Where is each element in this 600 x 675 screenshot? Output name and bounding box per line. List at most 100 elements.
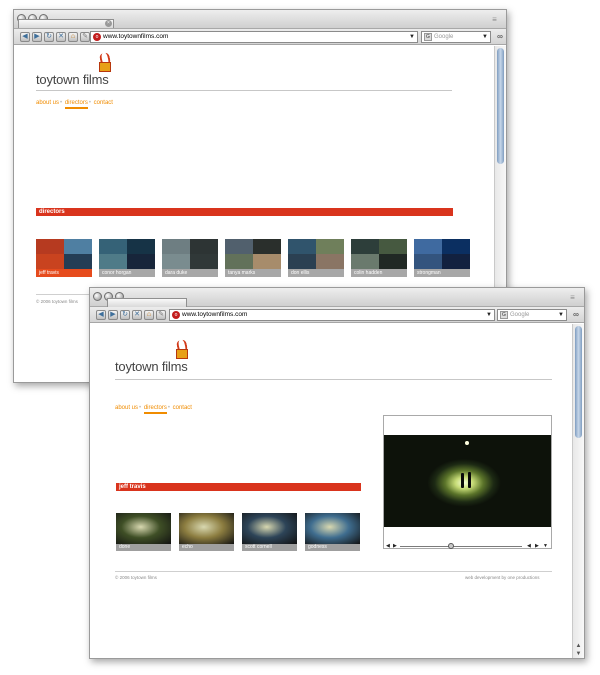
director-thumbnail[interactable]: colin hadden xyxy=(351,239,407,277)
nav-contact[interactable]: contact xyxy=(94,100,113,106)
search-input[interactable]: G Google ▼ xyxy=(497,309,567,321)
tab-overflow-icon[interactable]: ≡ xyxy=(567,293,578,302)
logo-box-icon xyxy=(99,62,111,72)
scroll-thumb[interactable] xyxy=(575,326,582,438)
logo[interactable]: toytown films xyxy=(36,52,156,87)
director-thumbnail-image[interactable] xyxy=(414,239,470,269)
site-nav: about us• directors• contact xyxy=(115,405,193,414)
site-icon: o xyxy=(93,33,101,41)
director-thumbnail[interactable]: conor horgan xyxy=(99,239,155,277)
volume-icon[interactable]: ◀ xyxy=(386,543,390,549)
film-thumbnail-image[interactable] xyxy=(305,513,360,544)
film-thumbnail-image[interactable] xyxy=(116,513,171,544)
director-thumbnail[interactable]: dara duke xyxy=(162,239,218,277)
director-thumbnail-label: jeff travis xyxy=(36,269,92,277)
video-player[interactable]: ◀ ▶ ◀ ▶ ▼ xyxy=(383,415,552,549)
edit-pencil-icon[interactable]: ✎ xyxy=(156,310,166,320)
home-icon[interactable]: ⌂ xyxy=(68,32,78,42)
scroll-up-arrow-icon[interactable]: ▲ xyxy=(575,643,582,649)
film-thumbnail-label: done xyxy=(116,544,171,551)
binoculars-icon[interactable]: ∞ xyxy=(495,32,505,41)
close-window-button[interactable] xyxy=(93,292,102,301)
directors-section-bar: directors xyxy=(36,208,453,216)
director-thumbnail[interactable]: strongman xyxy=(414,239,470,277)
video-figure-right xyxy=(468,472,471,488)
scroll-down-arrow-icon[interactable]: ▼ xyxy=(575,651,582,657)
film-thumbnail[interactable]: scott cornell xyxy=(242,513,297,551)
footer-divider xyxy=(115,571,552,572)
director-thumbnail-image[interactable] xyxy=(162,239,218,269)
fast-forward-icon[interactable]: ▶ xyxy=(535,543,539,549)
logo-text: toytown films xyxy=(36,72,109,87)
url-bar[interactable]: o www.toytownfilms.com ▼ xyxy=(90,31,418,43)
director-thumbnail-label: strongman xyxy=(414,269,470,277)
film-thumbnail[interactable]: done xyxy=(116,513,171,551)
nav-directors[interactable]: directors xyxy=(64,100,88,109)
navigation-toolbar: ◀ ▶ ↻ ✕ ⌂ ✎ o www.toytownfilms.com ▼ G G… xyxy=(90,307,584,323)
nav-directors[interactable]: directors xyxy=(143,405,167,414)
video-playhead[interactable] xyxy=(448,543,455,549)
browser-tab[interactable] xyxy=(107,298,187,307)
nav-about-us[interactable]: about us xyxy=(36,100,59,106)
search-input[interactable]: G Google ▼ xyxy=(421,31,491,43)
search-dropdown-icon[interactable]: ▼ xyxy=(482,32,488,42)
director-thumbnail-image[interactable] xyxy=(36,239,92,269)
director-thumbnail-image[interactable] xyxy=(99,239,155,269)
stop-icon[interactable]: ✕ xyxy=(132,310,142,320)
director-thumbnail-image[interactable] xyxy=(288,239,344,269)
film-thumbnail-image[interactable] xyxy=(242,513,297,544)
nav-about-us[interactable]: about us xyxy=(115,405,138,411)
film-thumbnail[interactable]: godness xyxy=(305,513,360,551)
director-thumbnail-image[interactable] xyxy=(225,239,281,269)
play-icon[interactable]: ▶ xyxy=(393,543,397,549)
rewind-icon[interactable]: ◀ xyxy=(527,543,531,549)
browser-tab[interactable]: × xyxy=(18,19,114,28)
video-frame[interactable] xyxy=(384,435,551,527)
search-engine-icon[interactable]: G xyxy=(424,33,432,41)
director-name-bar: jeff travis xyxy=(116,483,361,491)
search-dropdown-icon[interactable]: ▼ xyxy=(558,310,564,320)
director-thumbnail-label: tanya marks xyxy=(225,269,281,277)
scroll-thumb[interactable] xyxy=(497,48,504,164)
forward-arrow-icon[interactable]: ▶ xyxy=(108,310,118,320)
back-arrow-icon[interactable]: ◀ xyxy=(96,310,106,320)
reload-icon[interactable]: ↻ xyxy=(120,310,130,320)
browser-window-front: ≡ ◀ ▶ ↻ ✕ ⌂ ✎ o www.toytownfilms.com ▼ G… xyxy=(89,287,585,659)
director-thumbnail[interactable]: jeff travis xyxy=(36,239,92,277)
video-figure-left xyxy=(461,473,464,488)
tab-overflow-icon[interactable]: ≡ xyxy=(489,15,500,24)
nav-contact[interactable]: contact xyxy=(173,405,192,411)
film-thumbnail[interactable]: echo xyxy=(179,513,234,551)
url-dropdown-icon[interactable]: ▼ xyxy=(409,32,415,42)
binoculars-icon[interactable]: ∞ xyxy=(571,310,581,319)
title-bar: × ≡ xyxy=(14,10,506,29)
director-thumbnail[interactable]: don ellis xyxy=(288,239,344,277)
film-thumbnail-label: scott cornell xyxy=(242,544,297,551)
forward-arrow-icon[interactable]: ▶ xyxy=(32,32,42,42)
footer-copyright: © 2006 toytown films xyxy=(36,299,78,304)
edit-pencil-icon[interactable]: ✎ xyxy=(80,32,90,42)
director-thumbnail[interactable]: tanya marks xyxy=(225,239,281,277)
director-thumbnail-image[interactable] xyxy=(351,239,407,269)
options-dropdown-icon[interactable]: ▼ xyxy=(543,543,548,549)
home-icon[interactable]: ⌂ xyxy=(144,310,154,320)
search-engine-icon[interactable]: G xyxy=(500,311,508,319)
vertical-scrollbar[interactable]: ▲ ▼ xyxy=(572,324,584,658)
site-icon: o xyxy=(172,311,180,319)
director-thumbnail-label: colin hadden xyxy=(351,269,407,277)
url-dropdown-icon[interactable]: ▼ xyxy=(486,310,492,320)
stop-icon[interactable]: ✕ xyxy=(56,32,66,42)
header-divider xyxy=(36,90,452,91)
logo[interactable]: toytown films xyxy=(115,339,235,374)
url-text: www.toytownfilms.com xyxy=(182,311,248,318)
film-thumbnail-label: godness xyxy=(305,544,360,551)
film-thumbnail-image[interactable] xyxy=(179,513,234,544)
search-placeholder: Google xyxy=(434,34,454,40)
director-thumbnail-label: conor horgan xyxy=(99,269,155,277)
tab-close-icon[interactable]: × xyxy=(105,20,112,27)
back-arrow-icon[interactable]: ◀ xyxy=(20,32,30,42)
reload-icon[interactable]: ↻ xyxy=(44,32,54,42)
video-scrubber[interactable] xyxy=(400,546,522,547)
footer-credits: web development by one productions xyxy=(465,575,540,580)
url-bar[interactable]: o www.toytownfilms.com ▼ xyxy=(169,309,495,321)
